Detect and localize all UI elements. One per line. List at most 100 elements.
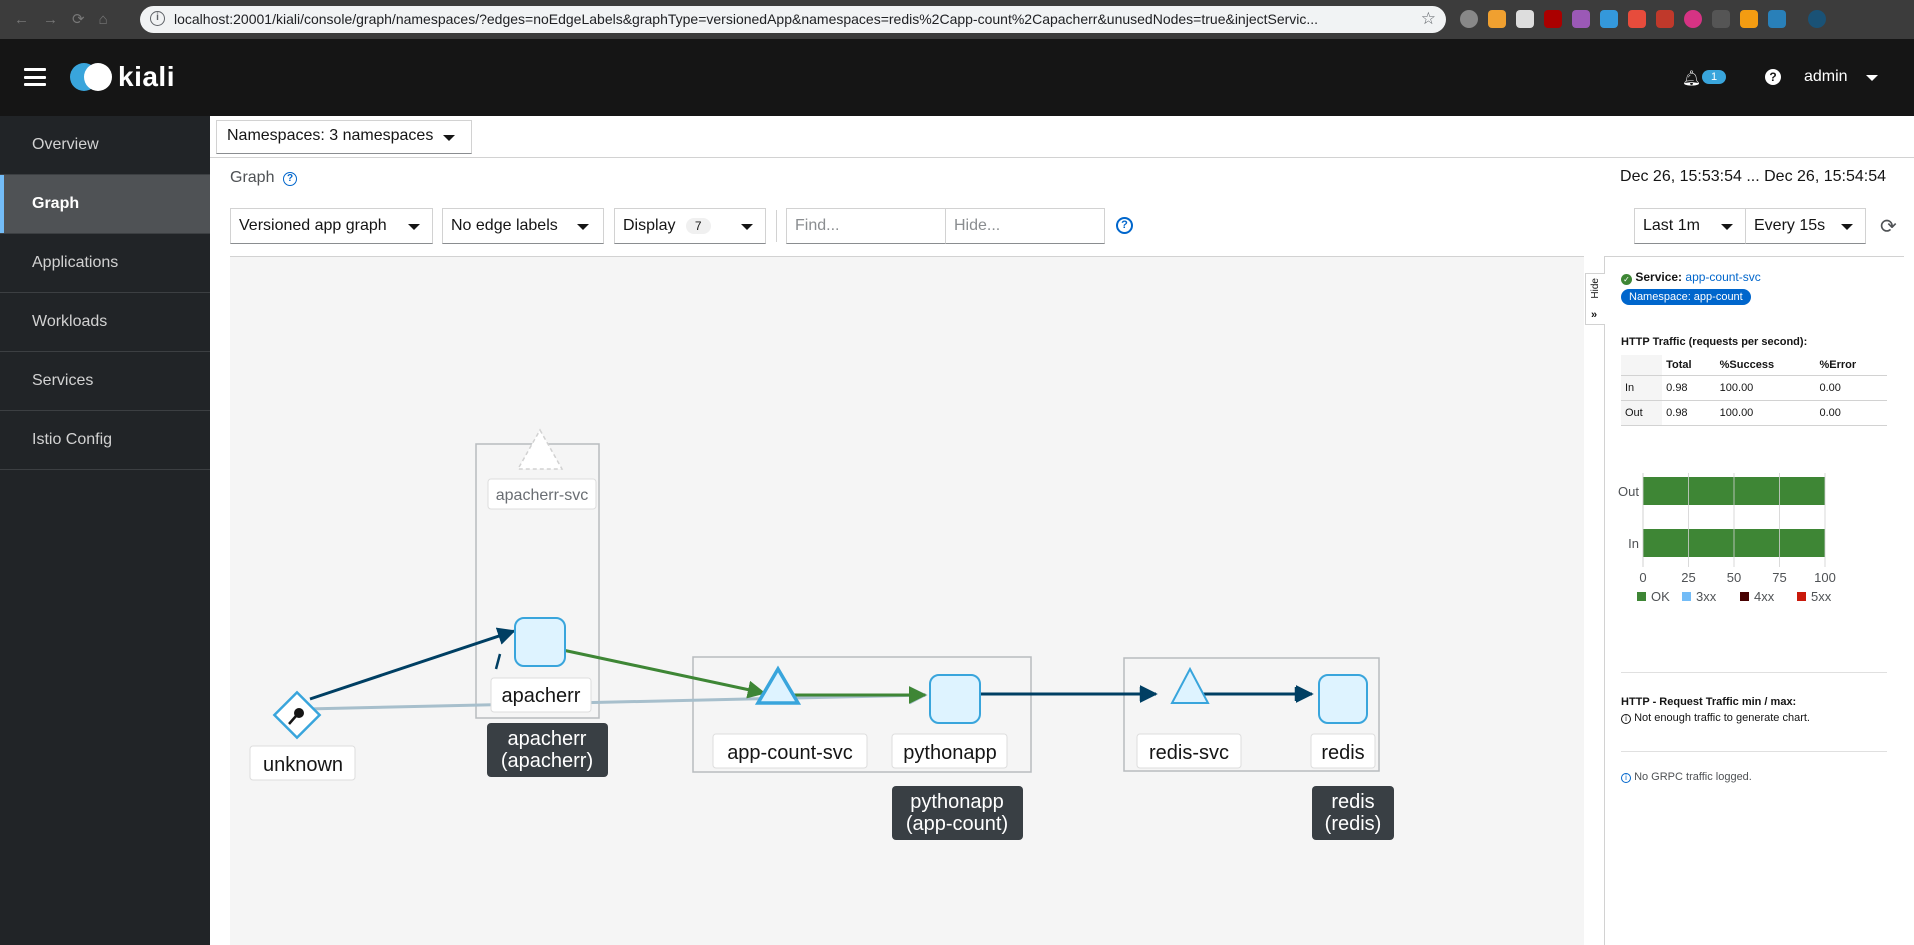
extension-icon[interactable] xyxy=(1516,10,1534,28)
box-label-redis-line1: redis xyxy=(1331,791,1374,813)
user-menu[interactable]: admin xyxy=(1804,68,1848,86)
refresh-interval-dropdown[interactable]: Every 15s xyxy=(1745,208,1866,244)
hide-input[interactable]: Hide... xyxy=(945,208,1105,244)
chevron-down-icon[interactable] xyxy=(1866,75,1878,81)
site-info-icon[interactable]: i xyxy=(150,11,165,26)
masthead: kiali 🔔︎ 1 ? admin xyxy=(0,39,1914,116)
chart-legend-label: 3xx xyxy=(1696,589,1717,604)
chart-legend-swatch xyxy=(1797,592,1806,601)
notification-badge[interactable]: 1 xyxy=(1702,70,1727,84)
extension-icon[interactable] xyxy=(1600,10,1618,28)
sidebar: Overview Graph Applications Workloads Se… xyxy=(0,116,210,945)
chevron-down-icon xyxy=(1721,224,1733,230)
table-row: Out 0.98 100.00 0.00 xyxy=(1621,400,1887,426)
info-icon: i xyxy=(1621,714,1631,724)
extension-icon[interactable] xyxy=(1488,10,1506,28)
extension-icons xyxy=(1460,10,1826,28)
box-label-apacherr-line1: apacherr xyxy=(508,728,587,750)
sidebar-item-workloads[interactable]: Workloads xyxy=(0,293,210,352)
chevron-down-icon xyxy=(408,224,420,230)
profile-avatar-icon[interactable] xyxy=(1808,10,1826,28)
hamburger-menu-icon[interactable] xyxy=(24,68,46,86)
sidebar-item-applications[interactable]: Applications xyxy=(0,234,210,293)
edge-labels-dropdown[interactable]: No edge labels xyxy=(442,208,604,244)
browser-nav-buttons[interactable]: ←→⟳⌂ xyxy=(14,10,122,28)
table-cell: Out xyxy=(1621,400,1663,426)
extension-icon[interactable] xyxy=(1656,10,1674,28)
chart-tick-label: 0 xyxy=(1639,570,1646,585)
node-label-redis: redis xyxy=(1321,742,1364,764)
summary-panel: Hide » ✓ Service: app-count-svc Namespac… xyxy=(1585,256,1904,945)
kiali-logo-mark xyxy=(70,61,118,93)
duration-label: Last 1m xyxy=(1643,217,1700,234)
chevron-down-icon xyxy=(741,224,753,230)
chart-legend-swatch xyxy=(1637,592,1646,601)
graph-type-label: Versioned app graph xyxy=(239,217,387,234)
graph-svg[interactable]: unknown apacherr-svc apacherr app-count-… xyxy=(230,257,1584,945)
sidebar-item-graph[interactable]: Graph xyxy=(0,175,210,234)
help-icon[interactable]: ? xyxy=(283,172,297,186)
chart-category-label: Out xyxy=(1618,484,1639,499)
extension-icon[interactable] xyxy=(1544,10,1562,28)
help-icon[interactable]: ? xyxy=(1765,69,1781,85)
namespace-bar: Namespaces: 3 namespaces xyxy=(210,116,1914,158)
url-text[interactable]: localhost:20001/kiali/console/graph/name… xyxy=(174,11,1404,27)
panel-divider xyxy=(1621,751,1887,752)
table-cell: 0.98 xyxy=(1662,400,1716,426)
extension-icon[interactable] xyxy=(1460,10,1478,28)
table-cell: 100.00 xyxy=(1715,400,1816,426)
find-help-icon[interactable]: ? xyxy=(1116,217,1133,234)
node-pythonapp-shape[interactable] xyxy=(929,674,981,724)
address-bar[interactable]: i localhost:20001/kiali/console/graph/na… xyxy=(140,6,1446,33)
browser-toolbar: ←→⟳⌂ i localhost:20001/kiali/console/gra… xyxy=(0,0,1914,39)
bell-icon[interactable]: 🔔︎ xyxy=(1682,69,1701,87)
table-header: %Success xyxy=(1715,355,1816,376)
extension-icon[interactable] xyxy=(1684,10,1702,28)
bookmark-star-icon[interactable]: ☆ xyxy=(1421,9,1436,29)
extension-icon[interactable] xyxy=(1712,10,1730,28)
extension-icon[interactable] xyxy=(1628,10,1646,28)
chevron-double-right-icon: » xyxy=(1591,309,1598,321)
chart-tick-label: 75 xyxy=(1772,570,1786,585)
box-label-apacherr-line2: (apacherr) xyxy=(501,750,593,772)
extension-icon[interactable] xyxy=(1740,10,1758,28)
chart-category-label: In xyxy=(1628,536,1639,551)
node-apacherr-shape[interactable] xyxy=(514,617,566,667)
refresh-icon[interactable]: ⟳ xyxy=(1880,214,1897,239)
sidebar-item-overview[interactable]: Overview xyxy=(0,116,210,175)
refresh-interval-label: Every 15s xyxy=(1754,217,1826,234)
extension-icon[interactable] xyxy=(1768,10,1786,28)
table-cell: 0.00 xyxy=(1815,375,1887,401)
sidebar-item-services[interactable]: Services xyxy=(0,352,210,411)
hide-panel-toggle[interactable]: Hide » xyxy=(1585,273,1605,325)
chart-tick-label: 50 xyxy=(1727,570,1741,585)
sidebar-item-istio-config[interactable]: Istio Config xyxy=(0,411,210,470)
request-traffic-title: HTTP - Request Traffic min / max: xyxy=(1621,696,1797,708)
display-label: Display xyxy=(623,217,676,234)
time-range-label: Dec 26, 15:53:54 ... Dec 26, 15:54:54 xyxy=(1620,168,1886,185)
check-circle-icon: ✓ xyxy=(1621,274,1632,285)
http-traffic-table: Total %Success %Error In 0.98 100.00 0.0… xyxy=(1621,355,1887,426)
duration-dropdown[interactable]: Last 1m xyxy=(1634,208,1746,244)
node-label-redis-svc: redis-svc xyxy=(1149,742,1229,764)
service-header: ✓ Service: app-count-svc xyxy=(1621,270,1761,285)
http-traffic-title: HTTP Traffic (requests per second): xyxy=(1621,336,1808,348)
table-row: In 0.98 100.00 0.00 xyxy=(1621,375,1887,401)
find-input[interactable]: Find... xyxy=(786,208,946,244)
graph-type-dropdown[interactable]: Versioned app graph xyxy=(230,208,433,244)
chart-tick-label: 100 xyxy=(1814,570,1836,585)
info-icon: i xyxy=(1621,773,1631,783)
hide-panel-label: Hide xyxy=(1590,278,1601,299)
chart-legend-label: OK xyxy=(1651,589,1670,604)
chart-legend-swatch xyxy=(1740,592,1749,601)
graph-canvas[interactable]: unknown apacherr-svc apacherr app-count-… xyxy=(230,256,1584,945)
display-dropdown[interactable]: Display 7 xyxy=(614,208,766,244)
node-redis-shape[interactable] xyxy=(1318,674,1368,724)
service-link[interactable]: app-count-svc xyxy=(1685,270,1760,284)
namespace-dropdown[interactable]: Namespaces: 3 namespaces xyxy=(216,120,472,154)
node-label-app-count-svc: app-count-svc xyxy=(727,742,853,764)
table-cell: 0.98 xyxy=(1662,375,1716,401)
main-content: Namespaces: 3 namespaces Graph ? Dec 26,… xyxy=(210,116,1914,945)
extension-icon[interactable] xyxy=(1572,10,1590,28)
panel-divider xyxy=(1621,672,1887,673)
